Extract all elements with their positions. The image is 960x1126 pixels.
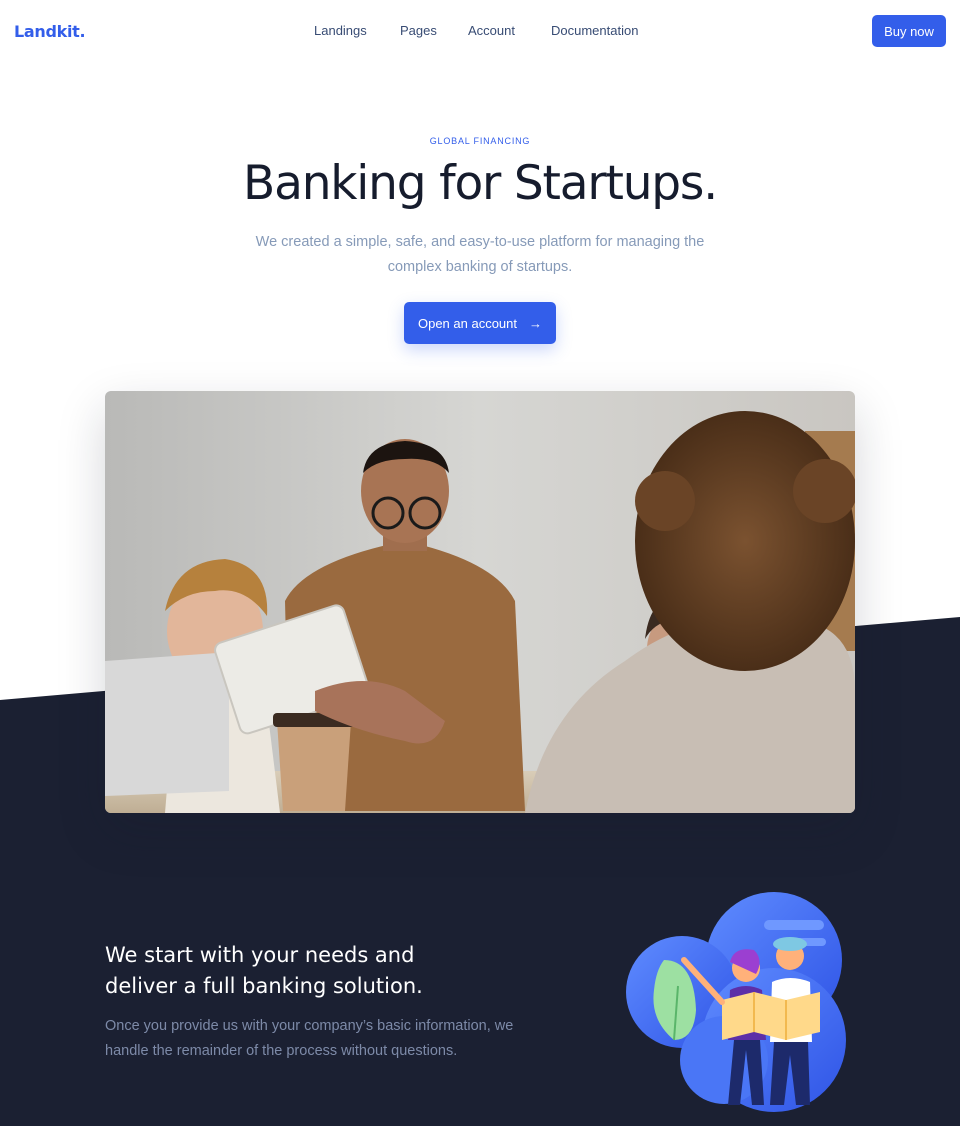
hero-eyebrow: GLOBAL FINANCING xyxy=(429,136,531,146)
hero-title: Banking for Startups. xyxy=(243,156,718,211)
nav-links: Landings Pages Account Documentation xyxy=(0,23,960,43)
open-account-label: Open an account xyxy=(417,315,518,331)
open-account-button[interactable]: Open an account → xyxy=(404,302,556,344)
nav-link-account[interactable]: Account xyxy=(468,23,515,38)
team-illustration xyxy=(626,892,846,1112)
hero-photo xyxy=(105,391,855,813)
nav-link-documentation[interactable]: Documentation xyxy=(551,23,638,38)
buy-now-button[interactable]: Buy now xyxy=(872,15,946,47)
nav-link-pages[interactable]: Pages xyxy=(400,23,437,38)
nav-link-landings[interactable]: Landings xyxy=(314,23,367,38)
arrow-right-icon: → xyxy=(529,315,543,331)
hero-lead: We created a simple, safe, and easy-to-u… xyxy=(255,234,705,275)
feature-title: We start with your needs and deliver a f… xyxy=(105,943,423,998)
feature-text: Once you provide us with your company’s … xyxy=(105,1018,514,1059)
navbar: Landkit. Landings Pages Account Document… xyxy=(0,0,960,64)
